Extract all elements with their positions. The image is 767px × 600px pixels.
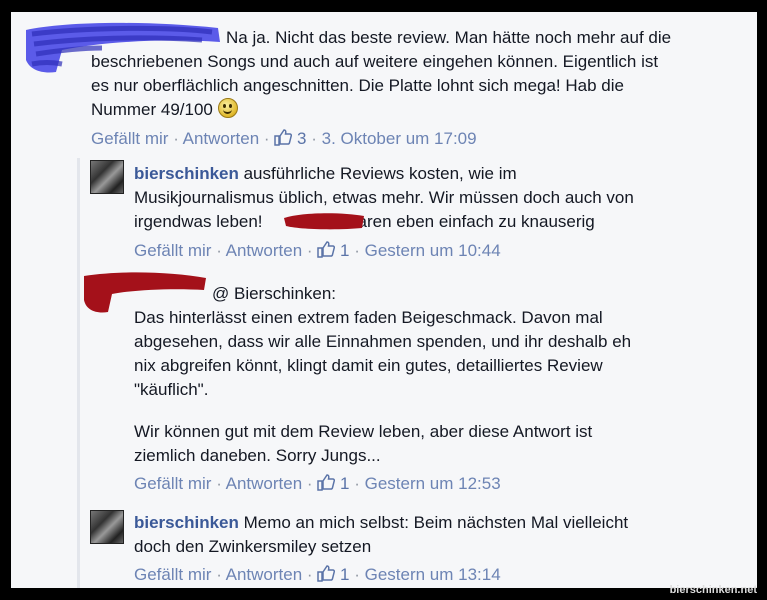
reply3-text-line1-text: Memo an mich selbst: Beim nächsten Mal v… [238, 513, 629, 532]
comment1-text-line2: beschriebenen Songs und auch auf weitere… [91, 52, 659, 71]
reply3-like-count: 1 [340, 565, 350, 584]
separator: · [211, 474, 226, 493]
comment1-text-line1: Na ja. Nicht das beste review. Man hätte… [226, 28, 672, 47]
separator: · [168, 129, 183, 148]
smiley-emoji-icon [217, 98, 238, 118]
reply3-meta: Gefällt mir · Antworten · 1 · Gestern um… [134, 564, 501, 585]
reply2-para1-line3: nix abgreifen könnt, klingt damit ein gu… [134, 356, 603, 375]
separator: · [349, 241, 365, 260]
reply1-like-count: 1 [340, 241, 350, 260]
reply1-like-link[interactable]: Gefällt mir [134, 241, 211, 260]
reply2-para2-line2: ziemlich daneben. Sorry Jungs... [134, 446, 381, 465]
avatar[interactable] [90, 510, 124, 544]
reply1-text-line3a: irgendwas leben! [134, 212, 268, 231]
reply2-para1-line1: Das hinterlässt einen extrem faden Beige… [134, 308, 603, 327]
reply3-text-line2: doch den Zwinkersmiley setzen [134, 537, 372, 556]
reply3-text-line1: bierschinken Memo an mich selbst: Beim n… [134, 511, 628, 534]
reply2-para1-line4: "käuflich". [134, 380, 209, 399]
reply2-likes[interactable]: 1 [317, 474, 350, 493]
comment1-text-line4-text: Nummer 49/100 [91, 100, 213, 119]
reply3-author[interactable]: bierschinken [134, 513, 239, 532]
separator: · [211, 241, 226, 260]
reply2-para2-line1: Wir können gut mit dem Review leben, abe… [134, 422, 593, 441]
reply2-timestamp[interactable]: Gestern um 12:53 [365, 474, 501, 493]
comment1-text-line3: es nur oberflächlich angeschnitten. Die … [91, 76, 624, 95]
reply2-mention: @ Bierschinken: [212, 284, 337, 303]
reply1-text-line1-text: ausführliche Reviews kosten, wie im [238, 164, 517, 183]
separator: · [302, 241, 318, 260]
separator: · [349, 474, 365, 493]
reply1-text-line3b: waren eben einfach zu knauserig [345, 212, 595, 231]
reply2-meta: Gefällt mir · Antworten · 1 · Gestern um… [134, 473, 501, 494]
reply1-timestamp[interactable]: Gestern um 10:44 [365, 241, 501, 260]
separator: · [302, 565, 318, 584]
reply1-meta: Gefällt mir · Antworten · 1 · Gestern um… [134, 240, 501, 261]
comment1-meta: Gefällt mir · Antworten · 3 · 3. Oktober… [91, 128, 477, 149]
separator: · [306, 129, 322, 148]
thumbs-up-icon [317, 241, 336, 258]
reply1-text-line1: bierschinken ausführliche Reviews kosten… [134, 162, 517, 185]
comment1-reply-link[interactable]: Antworten [183, 129, 260, 148]
thread-line [77, 158, 80, 588]
comment1-timestamp[interactable]: 3. Oktober um 17:09 [322, 129, 477, 148]
reply3-reply-link[interactable]: Antworten [226, 565, 303, 584]
reply1-text-line2: Musikjournalismus üblich, etwas mehr. Wi… [134, 188, 634, 207]
comment1-text-line4: Nummer 49/100 [91, 98, 238, 121]
watermark: bierschinken.net [669, 584, 757, 596]
separator: · [302, 474, 318, 493]
comment1-likes[interactable]: 3 [274, 129, 307, 148]
reply3-timestamp[interactable]: Gestern um 13:14 [365, 565, 501, 584]
reply2-para1-line2: abgesehen, dass wir alle Einnahmen spend… [134, 332, 632, 351]
reply2-like-count: 1 [340, 474, 350, 493]
separator: · [349, 565, 365, 584]
reply3-like-link[interactable]: Gefällt mir [134, 565, 211, 584]
separator: · [211, 565, 226, 584]
reply1-likes[interactable]: 1 [317, 241, 350, 260]
reply3-likes[interactable]: 1 [317, 565, 350, 584]
reply2-like-link[interactable]: Gefällt mir [134, 474, 211, 493]
reply2-reply-link[interactable]: Antworten [226, 474, 303, 493]
avatar[interactable] [90, 160, 124, 194]
thumbs-up-icon [274, 129, 293, 146]
redacted-name-scribble [284, 213, 364, 230]
reply1-author[interactable]: bierschinken [134, 164, 239, 183]
thumbs-up-icon [317, 474, 336, 491]
comment1-like-link[interactable]: Gefällt mir [91, 129, 168, 148]
reply1-reply-link[interactable]: Antworten [226, 241, 303, 260]
separator: · [259, 129, 275, 148]
thumbs-up-icon [317, 565, 336, 582]
comment1-like-count: 3 [297, 129, 307, 148]
